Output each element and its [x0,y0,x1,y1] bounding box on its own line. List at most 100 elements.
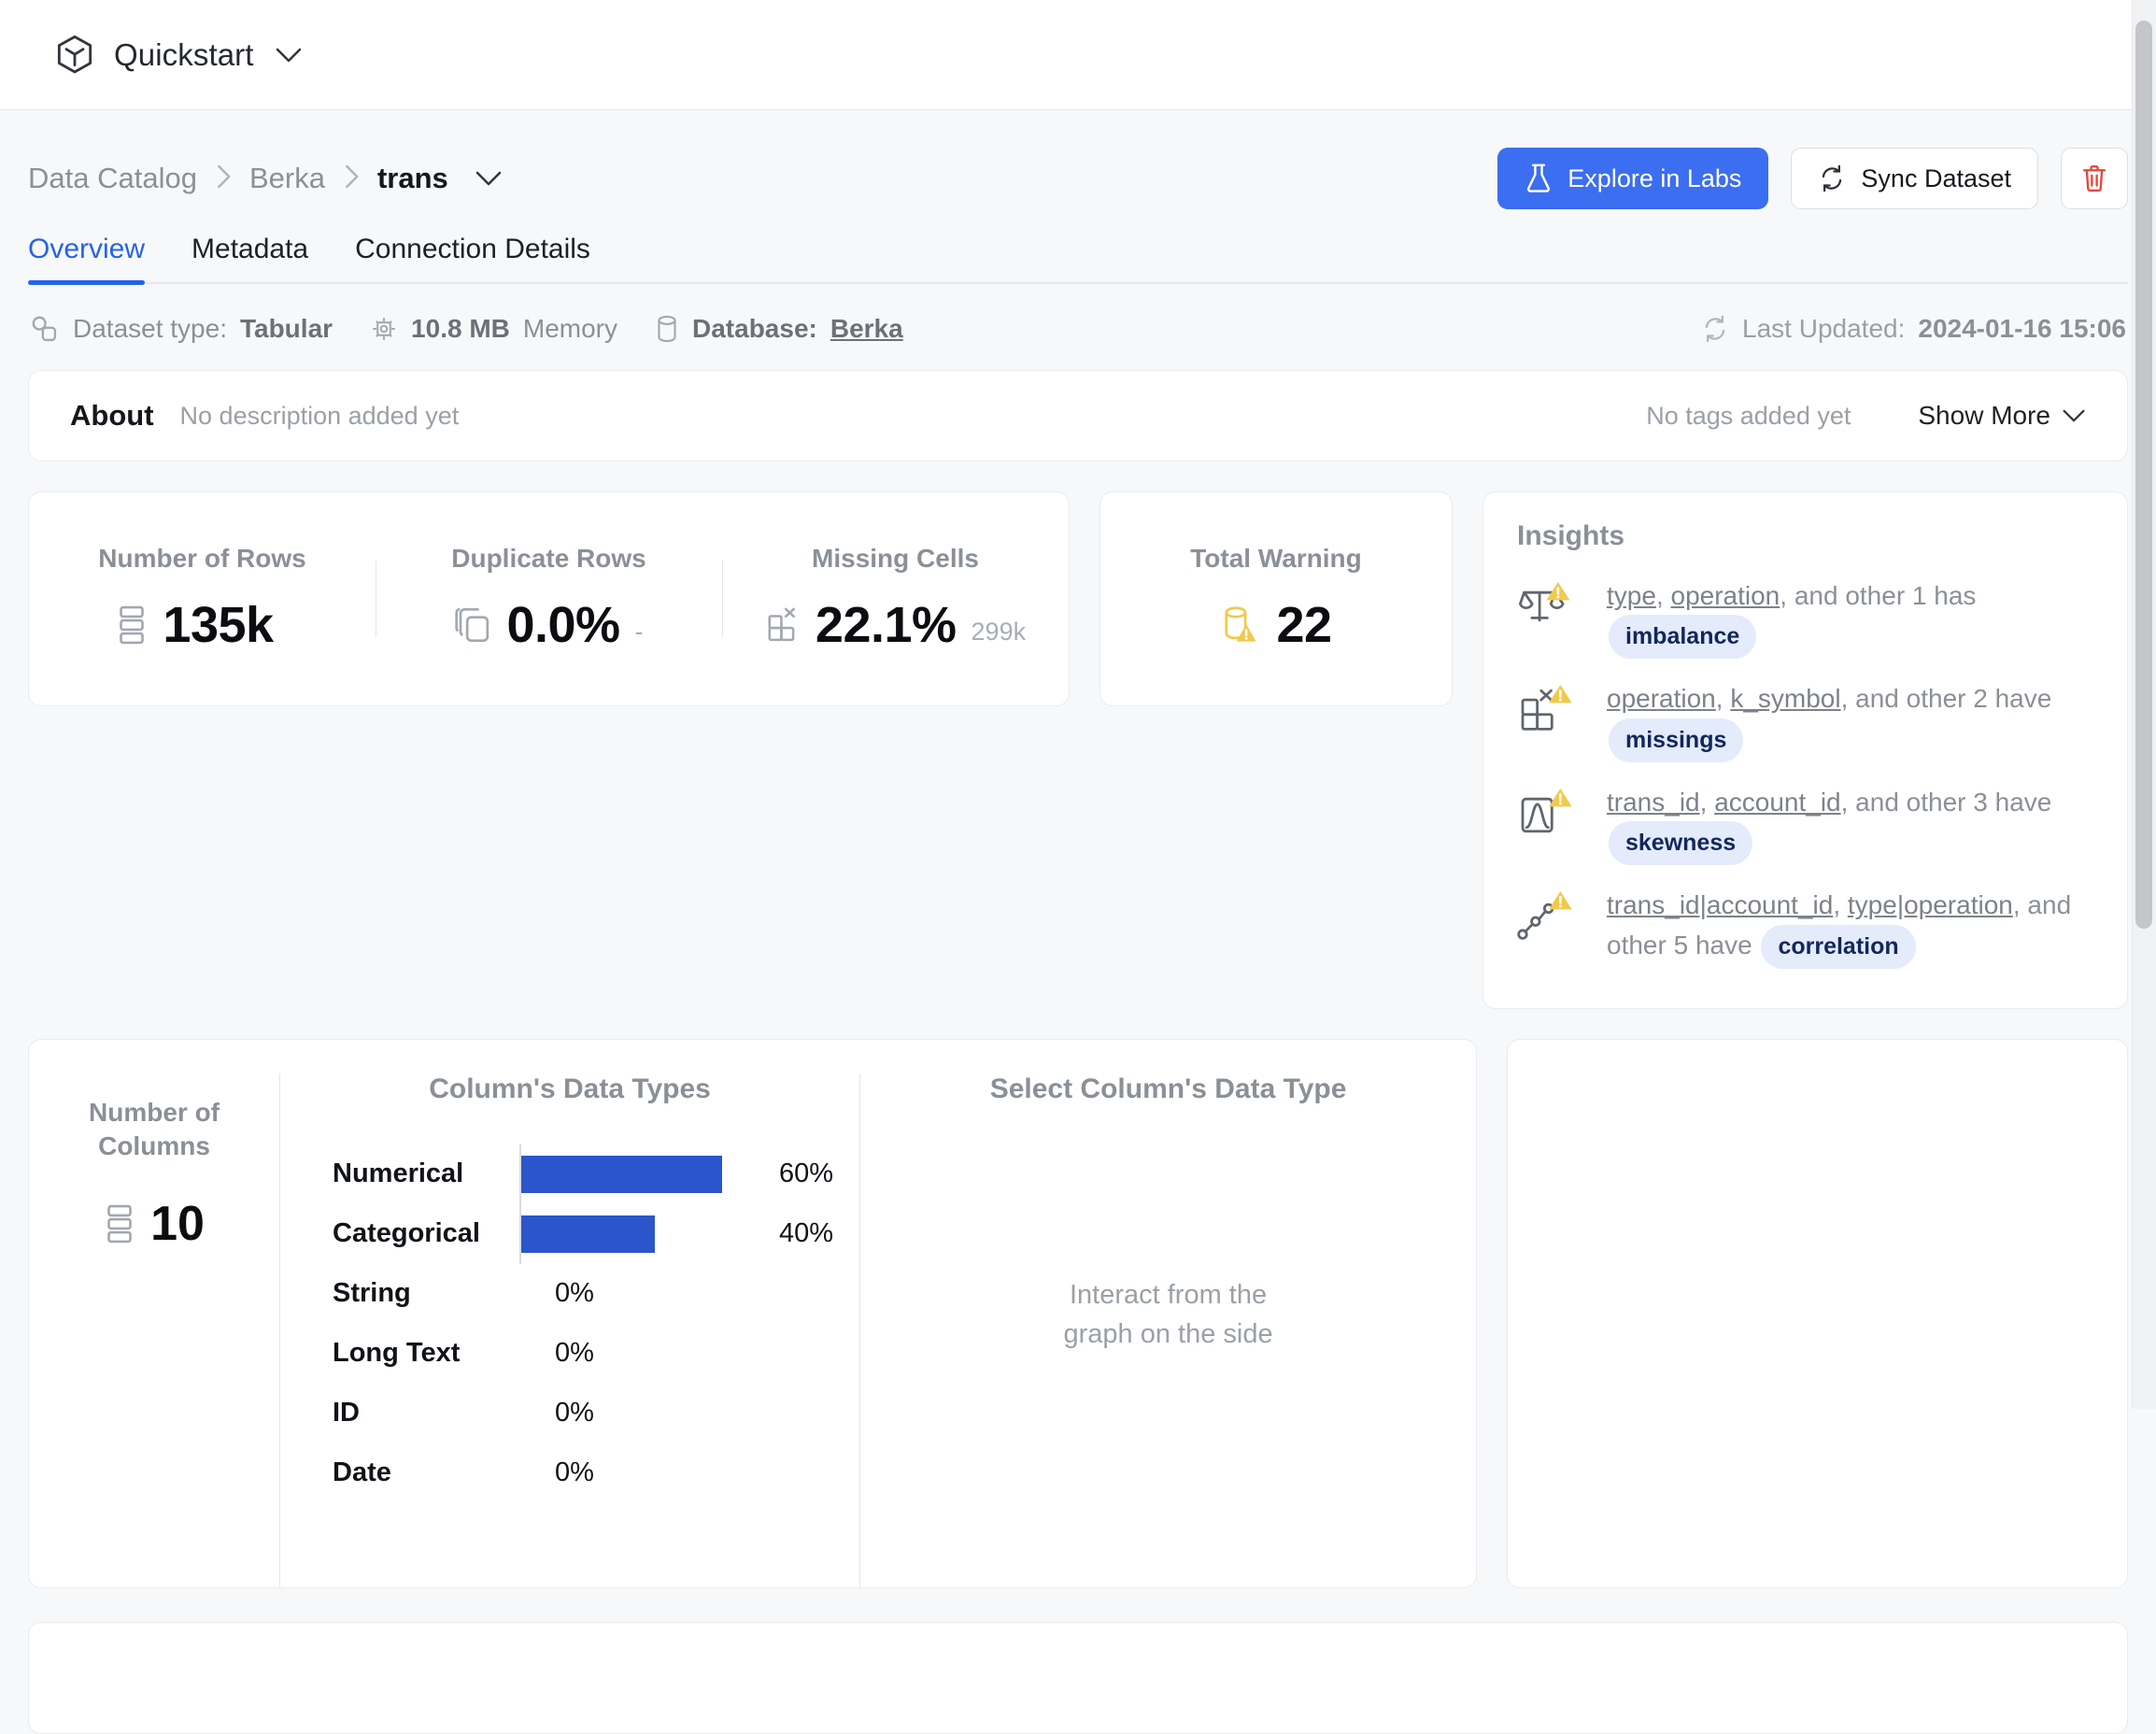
bar-track [519,1203,762,1264]
insight-item-skewness[interactable]: trans_id, account_id, and other 3 have s… [1517,783,2093,866]
tab-overview[interactable]: Overview [28,234,146,285]
tab-bar: Overview Metadata Connection Details [28,234,2128,285]
bar-category-label: Numerical [333,1158,464,1189]
sync-dataset-button[interactable]: Sync Dataset [1791,148,2038,209]
insight-mid: , and other 1 has [1780,581,1977,610]
stat-label: Duplicate Rows [451,544,646,573]
chevron-down-icon[interactable] [275,47,303,64]
tab-metadata[interactable]: Metadata [191,234,308,282]
header-actions: Explore in Labs Sync Dataset [1497,148,2128,209]
insight-column[interactable]: operation [1607,684,1716,713]
stat-value-group: 22.1% 299k [765,596,1026,654]
insight-column[interactable]: type [1607,581,1656,610]
insight-column[interactable]: type|operation [1848,890,2013,919]
vertical-scrollbar-thumb[interactable] [2135,21,2152,929]
memory-value: 10.8 MB [411,314,510,343]
insight-column[interactable]: k_symbol [1730,684,1840,713]
stat-label: Number of Rows [98,544,306,573]
insight-item-missings[interactable]: operation, k_symbol, and other 2 have mi… [1517,679,2093,762]
explore-in-labs-button[interactable]: Explore in Labs [1497,148,1769,209]
select-column-empty-state: Interact from the graph on the side [1063,1279,1273,1349]
vertical-scrollbar-track[interactable] [2132,0,2156,1409]
about-tags: No tags added yet [1646,401,1851,430]
cube-icon [56,35,93,76]
bar-fill [521,1215,655,1253]
show-more-label: Show More [1918,401,2050,430]
stat-label: Missing Cells [812,544,979,573]
database-icon [655,314,679,344]
bar-row[interactable]: Date 0% [333,1443,833,1503]
about-description: No description added yet [179,401,460,430]
brand-menu[interactable]: Quickstart [56,35,303,76]
insight-column[interactable]: trans_id|account_id [1607,890,1833,919]
about-card: About No description added yet No tags a… [28,370,2128,462]
insight-text: trans_id, account_id, and other 3 have s… [1607,783,2093,866]
insight-column[interactable]: trans_id [1607,788,1700,817]
explore-in-labs-label: Explore in Labs [1567,163,1742,192]
insight-badge: missings [1609,718,1744,762]
column-data-types-title: Column's Data Types [429,1073,711,1104]
breadcrumb-item-berka[interactable]: Berka [249,162,325,195]
number-of-columns-number: 10 [150,1196,205,1251]
rows-icon [104,1202,135,1245]
insight-mid: , and other 3 have [1840,787,2052,817]
breadcrumb-item-trans[interactable]: trans [377,162,448,195]
summary-stats-card: Number of Rows 135k Duplicate Rows 0.0% … [28,491,1070,706]
show-more-button[interactable]: Show More [1918,401,2086,431]
scale-icon [1517,576,1586,637]
bar-row[interactable]: Numerical 60% [333,1144,833,1204]
rows-icon [116,604,148,647]
insight-item-imbalance[interactable]: type, operation, and other 1 has imbalan… [1517,576,2093,660]
bar-value-label: 0% [555,1278,594,1309]
breadcrumb-row: Data Catalog Berka trans Explore in Labs… [28,110,2128,234]
missing-icon [1517,679,1586,740]
dataset-meta-left: Dataset type: Tabular 10.8 MB Memory Dat… [30,314,903,344]
delete-dataset-button[interactable] [2061,148,2128,209]
bar-row[interactable]: Categorical 40% [333,1203,834,1264]
database-warning-icon [1220,603,1261,647]
memory-chip: 10.8 MB Memory [370,314,617,344]
insight-badge: imbalance [1609,615,1757,660]
insight-item-correlation[interactable]: trans_id|account_id, type|operation, and… [1517,886,2093,969]
bar-value-label: 40% [779,1218,834,1249]
bar-chart: Numerical 60% Categorical 40% String 0% [306,1144,833,1503]
bar-category-label: Date [333,1457,391,1488]
insight-column[interactable]: account_id [1714,788,1840,817]
bar-category-label: ID [333,1398,360,1428]
breadcrumb-item-data-catalog[interactable]: Data Catalog [28,162,197,195]
dataset-meta-row: Dataset type: Tabular 10.8 MB Memory Dat… [28,284,2128,370]
number-of-columns-value-group: 10 [104,1196,205,1252]
sync-dataset-label: Sync Dataset [1861,163,2011,192]
bar-row[interactable]: String 0% [333,1264,833,1324]
top-bar: Quickstart [0,0,2156,110]
stat-number: 135k [163,597,274,653]
database-label: Database: [692,314,817,343]
bar-row[interactable]: ID 0% [333,1384,833,1443]
bar-fill [521,1155,722,1193]
bar-row[interactable]: Long Text 0% [333,1324,833,1384]
sync-icon [1818,163,1846,193]
trash-icon [2080,163,2108,193]
dataset-type-value: Tabular [239,314,333,343]
stat-subvalue: 299k [971,618,1027,646]
total-warning-value-group: 22 [1220,596,1332,654]
stat-subvalue: - [634,618,644,646]
chevron-down-icon [2062,408,2086,423]
bar-category-label: Categorical [333,1218,480,1249]
bar-value-label: 0% [555,1457,594,1488]
insight-text: trans_id|account_id, type|operation, and… [1607,886,2093,969]
breadcrumb-chevron-down-icon[interactable] [475,170,503,187]
tab-connection-details[interactable]: Connection Details [355,234,590,282]
number-of-columns-block: Number of Columns 10 [29,1073,279,1587]
dataset-type-label: Dataset type: [73,314,227,343]
last-updated-value: 2024-01-16 15:06 [1918,314,2126,343]
insight-column[interactable]: operation [1671,581,1780,610]
stat-number: 0.0% [506,597,620,653]
database-value-link[interactable]: Berka [830,314,903,344]
brand-title: Quickstart [114,36,254,72]
dataset-type-chip: Dataset type: Tabular [30,314,333,344]
stat-value-group: 0.0% - [454,596,644,654]
insights-title: Insights [1517,520,1625,551]
stat-number-of-rows: Number of Rows 135k [29,544,376,654]
total-warning-card: Total Warning 22 [1099,491,1453,706]
